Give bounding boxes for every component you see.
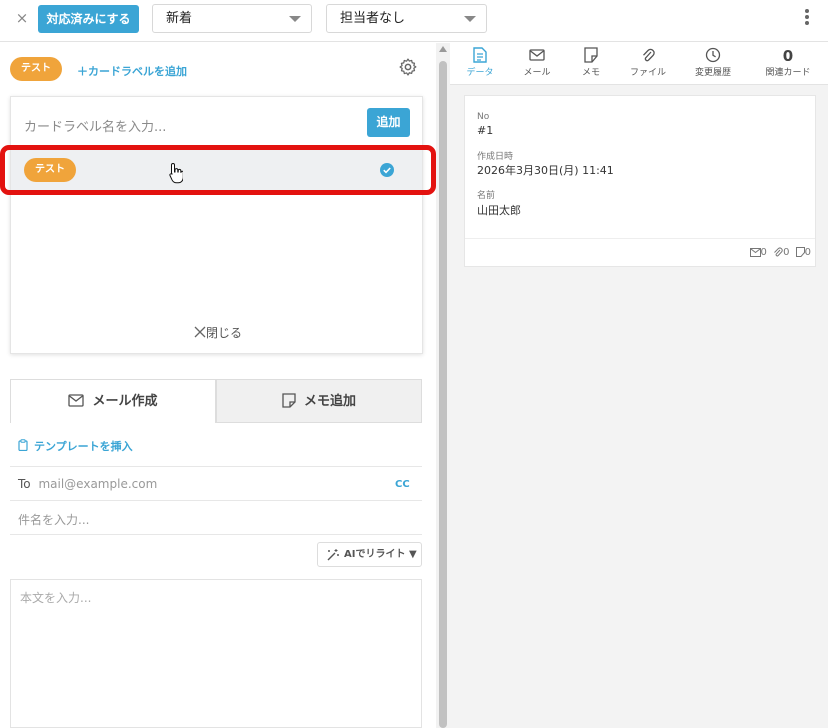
document-icon xyxy=(473,47,487,63)
chevron-down-icon xyxy=(289,16,301,22)
to-field[interactable]: To mail@example.com xyxy=(18,477,157,491)
divider xyxy=(10,500,422,501)
status-select[interactable]: 新着 xyxy=(152,4,312,33)
body-placeholder: 本文を入力... xyxy=(20,591,92,605)
add-label-button[interactable]: 追加 xyxy=(367,108,410,137)
related-cards-count: 0 xyxy=(782,47,794,65)
tab-related-cards-label: 関連カード xyxy=(765,68,811,78)
left-pane: テスト ＋カードラベルを追加 カードラベル名を入力... 追加 テスト 閉じる xyxy=(0,43,436,728)
assignee-select[interactable]: 担当者なし xyxy=(326,4,487,33)
subject-input[interactable]: 件名を入力... xyxy=(18,511,89,528)
memo-icon xyxy=(584,47,598,63)
mail-count: 0 xyxy=(760,247,767,258)
to-input: mail@example.com xyxy=(38,477,158,491)
tab-data[interactable]: データ xyxy=(450,47,510,78)
close-popup-label: 閉じる xyxy=(206,326,243,340)
tab-history[interactable]: 変更履歴 xyxy=(683,47,743,78)
detail-tabs: データ メール メモ ファイル 変更履歴 0 関連カード xyxy=(450,43,828,85)
tab-data-label: データ xyxy=(466,68,494,78)
more-menu-icon[interactable] xyxy=(800,9,814,29)
divider xyxy=(10,466,422,467)
memo-icon xyxy=(795,247,805,257)
ai-rewrite-label: AIでリライト ▼ xyxy=(344,549,417,560)
field-label: 名前 xyxy=(477,191,496,201)
label-name-input[interactable]: カードラベル名を入力... xyxy=(24,116,166,135)
field-value: #1 xyxy=(477,124,494,137)
close-popup-button[interactable]: 閉じる xyxy=(194,324,242,341)
field-label: No xyxy=(477,112,490,122)
tab-memo-label: メモ xyxy=(581,68,600,78)
mail-icon xyxy=(68,393,85,407)
tab-mail-label: メール xyxy=(523,68,551,78)
mail-icon xyxy=(749,247,761,257)
insert-template-link[interactable]: テンプレートを挿入 xyxy=(18,438,133,454)
tab-mail-compose[interactable]: メール作成 xyxy=(10,379,216,423)
scroll-up-arrow-icon[interactable] xyxy=(439,46,447,52)
card-label-popup: カードラベル名を入力... 追加 テスト 閉じる xyxy=(10,96,423,354)
mail-icon xyxy=(529,49,545,61)
detail-pane: データ メール メモ ファイル 変更履歴 0 関連カード No #1 作成日時 … xyxy=(450,43,828,728)
divider xyxy=(10,534,422,535)
field-label: 作成日時 xyxy=(477,152,514,162)
tab-memo[interactable]: メモ xyxy=(561,47,621,78)
field-value: 山田太郎 xyxy=(477,204,521,217)
tab-mail[interactable]: メール xyxy=(507,47,567,78)
tab-history-label: 変更履歴 xyxy=(694,68,731,78)
scrollbar[interactable] xyxy=(436,43,450,728)
assignee-select-value: 担当者なし xyxy=(340,11,406,26)
tab-file[interactable]: ファイル xyxy=(618,47,678,78)
paperclip-icon xyxy=(643,48,655,62)
tab-related-cards[interactable]: 0 関連カード xyxy=(758,47,818,78)
clock-icon xyxy=(705,47,721,63)
to-label: To xyxy=(18,477,31,491)
tab-file-label: ファイル xyxy=(629,68,666,78)
cc-link[interactable]: CC xyxy=(395,479,410,490)
card-footer: 0 0 0 xyxy=(465,238,815,267)
clipboard-icon xyxy=(18,439,28,452)
selection-highlight xyxy=(0,145,436,195)
body-textarea[interactable]: 本文を入力... xyxy=(10,579,422,728)
add-card-label-link[interactable]: ＋カードラベルを追加 xyxy=(77,63,187,79)
close-icon[interactable]: × xyxy=(13,8,31,28)
insert-template-label: テンプレートを挿入 xyxy=(34,440,133,453)
mark-done-button[interactable]: 対応済みにする xyxy=(38,5,139,33)
card-counts: 0 0 0 xyxy=(747,247,811,258)
composer-tabs: メール作成 メモ追加 xyxy=(10,379,422,423)
top-toolbar: × 対応済みにする 新着 担当者なし xyxy=(0,0,828,42)
magic-wand-icon xyxy=(327,549,339,561)
paperclip-icon xyxy=(774,247,783,257)
file-count: 0 xyxy=(783,247,790,258)
scrollbar-thumb[interactable] xyxy=(439,61,447,728)
field-value: 2026年3月30日(月) 11:41 xyxy=(477,164,614,177)
memo-icon xyxy=(282,392,296,408)
data-card: No #1 作成日時 2026年3月30日(月) 11:41 名前 山田太郎 0… xyxy=(464,95,816,267)
status-select-value: 新着 xyxy=(166,11,193,26)
tab-add-memo-label: メモ追加 xyxy=(303,394,356,409)
memo-count: 0 xyxy=(804,247,811,258)
card-label-chip[interactable]: テスト xyxy=(10,57,62,81)
tab-mail-compose-label: メール作成 xyxy=(92,394,158,409)
ai-rewrite-button[interactable]: AIでリライト ▼ xyxy=(317,542,422,567)
gear-icon[interactable] xyxy=(398,57,418,77)
tab-add-memo[interactable]: メモ追加 xyxy=(216,379,422,423)
chevron-down-icon xyxy=(464,16,476,22)
close-icon xyxy=(194,326,206,338)
